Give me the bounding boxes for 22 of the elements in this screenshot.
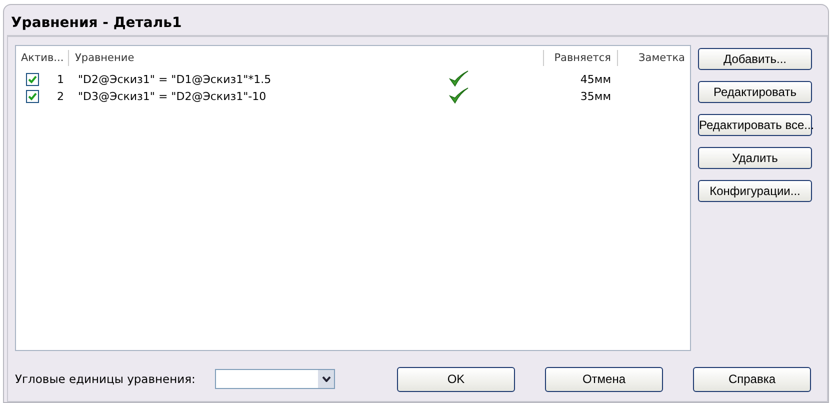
checkbox[interactable] <box>26 72 39 86</box>
equation-text: "D2@Эскиз1" = "D1@Эскиз1"*1.5 <box>78 72 272 86</box>
dialog-button[interactable]: Справка <box>693 366 811 392</box>
column-header[interactable]: Заметка <box>617 50 691 66</box>
angle-units-label: Угловые единицы уравнения: <box>15 372 196 386</box>
dialog-button[interactable]: OK <box>397 366 515 392</box>
action-button[interactable]: Конфигурации... <box>698 180 812 202</box>
row-number: 1 <box>56 72 64 86</box>
angle-units-dropdown[interactable] <box>215 369 335 389</box>
checkbox[interactable] <box>26 90 39 102</box>
window-title: Уравнения - Деталь1 <box>10 14 183 31</box>
equation-text: "D3@Эскиз1" = "D2@Эскиз1"-10 <box>78 90 266 102</box>
column-header[interactable]: Уравнение <box>68 50 441 66</box>
action-button[interactable]: Удалить <box>698 147 812 169</box>
value-text: 35мм <box>580 90 612 102</box>
value-text: 45мм <box>580 72 612 86</box>
dialog-button[interactable]: Отмена <box>545 366 663 392</box>
action-button[interactable]: Редактировать <box>698 81 812 103</box>
column-header[interactable]: Равняется <box>543 50 617 66</box>
column-header[interactable]: Актив... <box>16 50 68 66</box>
row-number: 2 <box>56 90 64 102</box>
action-button[interactable]: Добавить... <box>698 48 812 70</box>
